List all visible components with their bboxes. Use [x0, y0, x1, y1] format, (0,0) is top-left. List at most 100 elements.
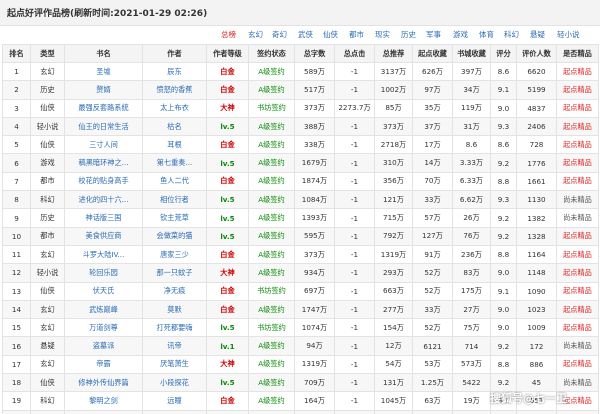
cell-author[interactable]: 小段探花	[142, 373, 207, 393]
table-row[interactable]: 5 仙侠 三寸人间 耳根 白金 A级签约 338万 -1 2718万 17万 8.6 8.6 728 起点…	[2, 135, 599, 155]
column-header[interactable]: 评价人数	[516, 44, 557, 63]
column-header[interactable]: 类型	[30, 44, 65, 63]
column-header[interactable]: 起点收藏	[412, 44, 453, 63]
cell-author[interactable]: 太上布衣	[142, 98, 207, 118]
cell-book-title[interactable]: 帝霸	[64, 354, 143, 375]
table-row[interactable]: 4 轻小说 仙王的日常生活 枯名 lv.5 A级签约 388万 -1 373万 37万 31万 9.3…	[2, 116, 599, 137]
column-header[interactable]: 作者	[142, 44, 207, 63]
table-row[interactable]: 3 仙侠 最强反套路系统 太上布衣 大神 书坊签约 373万 2273.7万 85万 35万 119…	[2, 98, 599, 118]
cell-author[interactable]: 会做菜的猫	[142, 226, 207, 246]
cell-rating: 9.2	[490, 208, 517, 228]
cell-author-level: 白金	[206, 391, 249, 411]
cell-author[interactable]: 远瞳	[142, 391, 207, 411]
cell-book-title[interactable]: 轮回乐园	[64, 263, 143, 283]
table-row[interactable]: 12 轻小说 轮回乐园 那一只蚊子 大神 A级签约 934万 -1 293万 52万 83万 9.0 1…	[2, 263, 599, 283]
cell-author[interactable]: 净无痕	[142, 281, 207, 301]
table-row[interactable]: 1 玄幻 圣墟 辰东 白金 A级签约 589万 -1 3137万 626万 397万 8.6 6620 起…	[2, 61, 599, 82]
cell-book-title[interactable]: 修神外传仙界篇	[64, 373, 143, 393]
cell-author[interactable]: 那一只蚊子	[142, 263, 207, 283]
table-row[interactable]: 20都市特拉福买家俱...夕山白石lv.5A级签约856万-1181万34万26…	[2, 409, 599, 414]
cell-author-level: lv.5	[206, 153, 249, 173]
cell-author[interactable]: 唐家三少	[142, 244, 207, 265]
table-row[interactable]: 2 历史 赘婿 愤怒的香蕉 白金 A级签约 517万 -1 1002万 97万 34万 9.1 5199…	[2, 80, 599, 100]
category-tab-2[interactable]: 奇幻	[272, 29, 287, 40]
cell-author[interactable]: 莫默	[142, 299, 207, 320]
category-tab-3[interactable]: 武侠	[298, 29, 313, 40]
cell-author[interactable]: 相位行者	[142, 190, 207, 210]
cell-author[interactable]: 讯帝	[142, 336, 207, 356]
category-tab-11[interactable]: 科幻	[504, 29, 519, 40]
category-tab-1[interactable]: 玄幻	[248, 29, 263, 40]
table-row[interactable]: 13 仙侠 伏天氏 净无痕 白金 书坊签约 697万 -1 663万 52万 175万 9.1 1090…	[2, 281, 599, 301]
cell-author[interactable]: 打死都要嗨	[142, 318, 207, 338]
category-tab-8[interactable]: 军事	[426, 29, 441, 40]
cell-author[interactable]: 辰东	[142, 61, 207, 82]
cell-author[interactable]: 夕山白石	[142, 409, 207, 414]
cell-book-title[interactable]: 校花的贴身高手	[64, 171, 143, 192]
table-row[interactable]: 6 游戏 稿黑暗环神之... 第七重奏... lv.5 A级签约 1679万 -1 310万 14…	[2, 153, 599, 173]
cell-book-title[interactable]: 进化的四十六...	[64, 190, 143, 210]
column-header[interactable]: 作者等级	[206, 44, 249, 63]
table-row[interactable]: 8 科幻 进化的四十六... 相位行者 lv.5 A级签约 1084万 -1 121万 33万 6.…	[2, 190, 599, 210]
column-header[interactable]: 总字数	[294, 44, 335, 63]
cell-book-title[interactable]: 稿黑暗环神之...	[64, 153, 143, 173]
column-header[interactable]: 是否精品	[556, 44, 599, 63]
cell-qidian-favorites: 1.25万	[412, 373, 453, 393]
cell-book-title[interactable]: 特拉福买家俱...	[64, 409, 143, 414]
category-tab-9[interactable]: 游戏	[453, 29, 468, 40]
cell-book-title[interactable]: 三寸人间	[64, 135, 143, 155]
category-tab-7[interactable]: 历史	[401, 29, 416, 40]
table-row[interactable]: 14 玄幻 武炼巅峰 莫默 白金 A级签约 1747万 -1 277万 33万 27万 9.0 1023…	[2, 299, 599, 320]
cell-author[interactable]: 第七重奏...	[142, 153, 207, 173]
cell-book-title[interactable]: 伏天氏	[64, 281, 143, 301]
category-tab-12[interactable]: 悬疑	[530, 29, 545, 40]
cell-book-title[interactable]: 武炼巅峰	[64, 299, 143, 320]
column-header[interactable]: 总点击	[334, 44, 375, 63]
cell-author[interactable]: 耳根	[142, 135, 207, 155]
cell-author[interactable]: 厌笔萧生	[142, 354, 207, 375]
table-row[interactable]: 9 历史 神话版三国 钦主荒草 lv.5 A级签约 1393万 -1 715万 57万 26万 9.2…	[2, 208, 599, 228]
table-row[interactable]: 10 都市 美食供应商 会做菜的猫 lv.5 A级签约 595万 -1 792万 127万 76万 9…	[2, 226, 599, 246]
cell-book-title[interactable]: 最强反套路系统	[64, 98, 143, 118]
cell-book-title[interactable]: 仙王的日常生活	[64, 116, 143, 137]
cell-author[interactable]: 枯名	[142, 116, 207, 137]
cell-total-recommend: 1045万	[374, 391, 413, 411]
cell-author[interactable]: 钦主荒草	[142, 208, 207, 228]
table-row[interactable]: 15 玄幻 万道剑尊 打死都要嗨 lv.5 书坊签约 1074万 -1 154万 52万 75万 9.…	[2, 318, 599, 338]
cell-author[interactable]: 鱼人二代	[142, 171, 207, 192]
column-header[interactable]: 评分	[490, 44, 517, 63]
cell-genre: 科幻	[30, 391, 65, 411]
table-row[interactable]: 17 玄幻 帝霸 厌笔萧生 大神 A级签约 1319万 -1 54万 53万 573万 8.8 886 起…	[2, 354, 599, 375]
cell-book-title[interactable]: 赘婿	[64, 80, 143, 100]
cell-book-title[interactable]: 万道剑尊	[64, 318, 143, 338]
column-header[interactable]: 书城收藏	[452, 44, 491, 63]
table-row[interactable]: 11 玄幻 斗罗大陆IV... 唐家三少 白金 A级签约 373万 -1 1319万 91万 236…	[2, 244, 599, 265]
table-row[interactable]: 16 悬疑 盗墓派 讯帝 lv.1 A级签约 94万 -1 12万 6121 714 9.2 172 尚未…	[2, 336, 599, 356]
category-tab-6[interactable]: 现实	[375, 29, 390, 40]
cell-qidian-favorites: 53万	[412, 354, 453, 375]
cell-author[interactable]: 愤怒的香蕉	[142, 80, 207, 100]
category-tab-5[interactable]: 都市	[349, 29, 364, 40]
column-header[interactable]: 总推荐	[374, 44, 413, 63]
column-header[interactable]: 书名	[64, 44, 143, 63]
category-tab-10[interactable]: 体育	[479, 29, 494, 40]
cell-book-title[interactable]: 美食供应商	[64, 226, 143, 246]
column-header[interactable]: 签约状态	[248, 44, 295, 63]
category-tab-0[interactable]: 总榜	[221, 29, 236, 40]
cell-book-title[interactable]: 盗墓派	[64, 336, 143, 356]
cell-total-recommend: 181万	[374, 409, 413, 414]
cell-quality-status: 尚未精品	[556, 336, 599, 356]
column-header[interactable]: 排名	[2, 44, 31, 63]
category-tab-13[interactable]: 轻小说	[557, 29, 580, 40]
table-row[interactable]: 7 都市 校花的贴身高手 鱼人二代 白金 A级签约 1874万 -1 356万 70万 6.33万 8…	[2, 171, 599, 192]
cell-word-count: 1074万	[294, 318, 335, 338]
cell-book-title[interactable]: 圣墟	[64, 61, 143, 82]
cell-book-title[interactable]: 黎明之剑	[64, 391, 143, 411]
cell-rating: 9.3	[490, 190, 517, 210]
cell-qidian-favorites: 63万	[412, 391, 453, 411]
cell-rank: 19	[2, 391, 31, 411]
cell-book-title[interactable]: 斗罗大陆IV...	[64, 244, 143, 265]
cell-book-title[interactable]: 神话版三国	[64, 208, 143, 228]
category-tab-4[interactable]: 仙侠	[323, 29, 338, 40]
cell-contract-status: 书坊签约	[248, 98, 295, 118]
